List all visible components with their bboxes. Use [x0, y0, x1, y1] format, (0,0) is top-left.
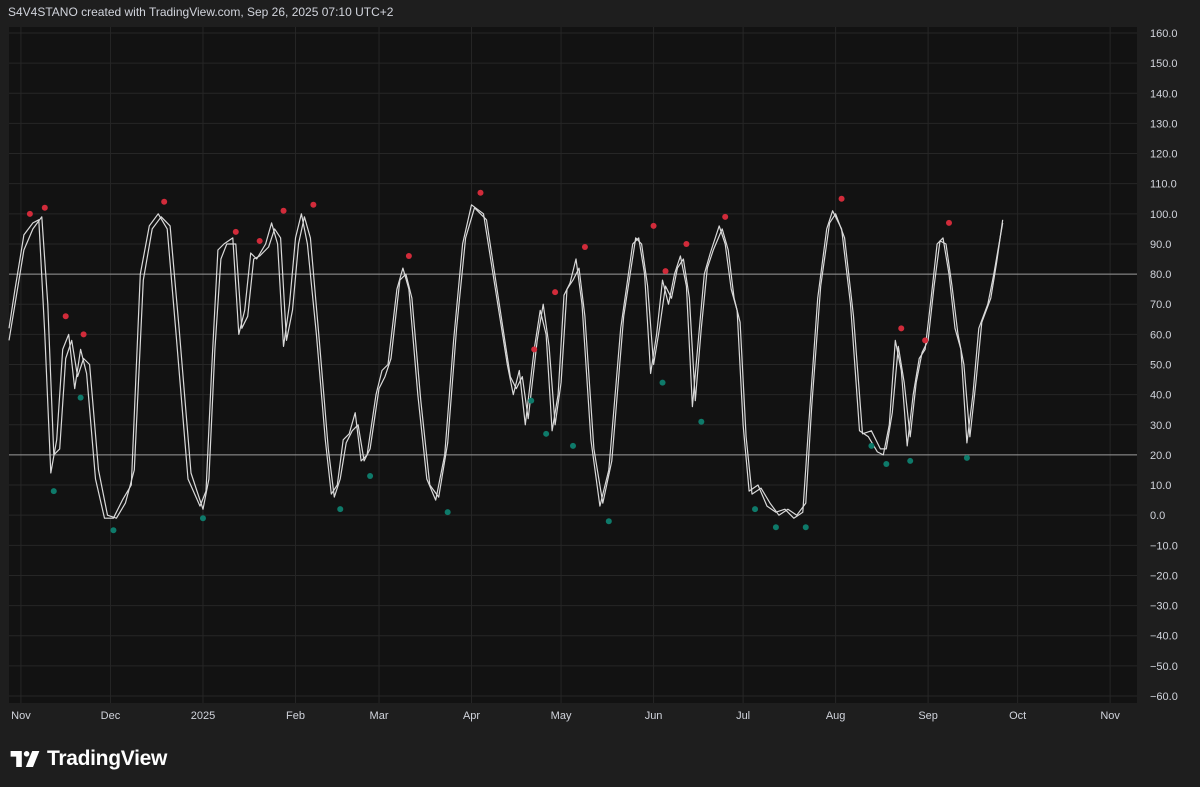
y-tick-label: −30.0 — [1150, 601, 1178, 613]
bottom-marker — [907, 457, 914, 464]
bottom-marker — [543, 430, 550, 437]
top-marker — [898, 325, 905, 332]
y-tick-label: −20.0 — [1150, 570, 1178, 582]
tradingview-logo[interactable]: TradingView — [10, 746, 167, 772]
x-tick-label: Dec — [101, 710, 121, 722]
y-tick-label: 20.0 — [1150, 450, 1171, 462]
top-marker — [232, 228, 239, 235]
y-tick-label: 90.0 — [1150, 239, 1171, 251]
top-marker — [838, 195, 845, 202]
x-tick-label: Mar — [370, 710, 389, 722]
y-tick-label: 100.0 — [1150, 209, 1178, 221]
bottom-marker — [337, 506, 344, 513]
y-tick-label: −60.0 — [1150, 691, 1178, 703]
x-tick-label: Jun — [645, 710, 663, 722]
x-tick-label: Sep — [918, 710, 938, 722]
bottom-marker — [528, 397, 535, 404]
top-marker — [161, 198, 168, 205]
top-marker — [477, 189, 484, 196]
bottom-marker — [367, 473, 374, 480]
top-marker — [310, 201, 317, 208]
bottom-marker — [963, 454, 970, 461]
bottom-marker — [77, 394, 84, 401]
y-tick-label: 70.0 — [1150, 299, 1171, 311]
top-marker — [722, 213, 729, 220]
y-tick-label: 30.0 — [1150, 420, 1171, 432]
y-tick-label: 150.0 — [1150, 58, 1178, 70]
bottom-marker — [868, 442, 875, 449]
y-tick-label: 40.0 — [1150, 390, 1171, 402]
time-axis[interactable] — [9, 703, 1137, 727]
top-marker — [256, 237, 263, 244]
x-tick-label: Jul — [736, 710, 750, 722]
bottom-marker — [802, 524, 809, 531]
top-marker — [650, 222, 657, 229]
top-marker — [280, 207, 287, 214]
bottom-marker — [752, 506, 759, 513]
x-tick-label: Nov — [11, 710, 31, 722]
top-marker — [946, 219, 952, 226]
y-tick-label: 80.0 — [1150, 269, 1171, 281]
bottom-marker — [659, 379, 666, 386]
bottom-marker — [199, 515, 206, 522]
x-tick-label: Feb — [286, 710, 305, 722]
x-tick-label: Aug — [826, 710, 846, 722]
y-tick-label: 140.0 — [1150, 88, 1178, 100]
x-tick-label: 2025 — [191, 710, 215, 722]
top-marker — [662, 268, 669, 275]
y-tick-label: −10.0 — [1150, 540, 1178, 552]
top-marker — [552, 289, 559, 296]
x-tick-label: Nov — [1100, 710, 1120, 722]
top-marker — [405, 253, 412, 260]
top-marker — [531, 346, 538, 353]
y-tick-label: −50.0 — [1150, 661, 1178, 673]
bottom-marker — [50, 488, 57, 495]
y-tick-label: 50.0 — [1150, 360, 1171, 372]
x-tick-label: May — [551, 710, 572, 722]
top-marker — [41, 204, 48, 211]
top-marker — [922, 337, 929, 344]
bottom-marker — [698, 418, 705, 425]
y-tick-label: 0.0 — [1150, 510, 1165, 522]
x-tick-label: Apr — [463, 710, 480, 722]
tradingview-wordmark: TradingView — [47, 747, 168, 770]
bottom-marker — [605, 518, 612, 525]
bottom-marker — [772, 524, 779, 531]
tradingview-logo-icon — [10, 751, 40, 767]
x-tick-label: Oct — [1009, 710, 1026, 722]
top-marker — [80, 331, 87, 338]
bottom-marker — [444, 509, 451, 516]
y-tick-label: −40.0 — [1150, 631, 1178, 643]
bottom-marker — [110, 527, 117, 534]
y-tick-label: 60.0 — [1150, 329, 1171, 341]
top-marker — [26, 210, 33, 217]
y-tick-label: 160.0 — [1150, 28, 1178, 40]
top-marker — [581, 243, 588, 250]
top-marker — [683, 240, 690, 247]
chart-svg: 160.0 150.0 140.0 130.0 120.0 110.0 100.0 90.0 8… — [8, 27, 1200, 727]
y-tick-label: 110.0 — [1150, 179, 1177, 191]
bottom-marker — [883, 460, 890, 467]
top-marker — [62, 313, 69, 320]
y-tick-label: 10.0 — [1150, 480, 1171, 492]
chart-caption: S4V4STANO created with TradingView.com, … — [8, 5, 394, 19]
y-tick-label: 120.0 — [1150, 149, 1178, 161]
bottom-marker — [570, 442, 576, 449]
y-tick-label: 130.0 — [1150, 118, 1178, 130]
